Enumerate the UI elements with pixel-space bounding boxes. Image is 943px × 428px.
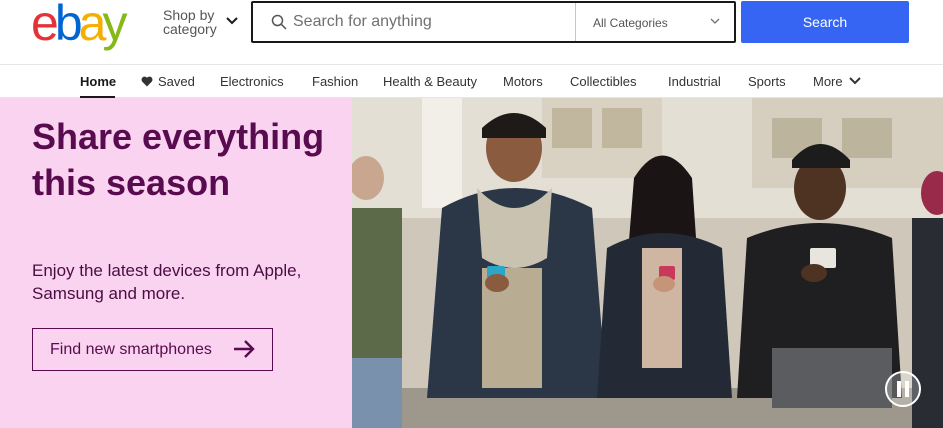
category-select[interactable]: All Categories — [575, 3, 736, 41]
category-nav: Home Saved Electronics Fashion Health & … — [0, 64, 943, 98]
nav-item-collectibles[interactable]: Collectibles — [570, 74, 636, 89]
logo-letter-y: y — [102, 0, 127, 51]
shop-by-line1: Shop by — [163, 7, 215, 23]
search-button[interactable]: Search — [741, 1, 909, 43]
search-box: All Categories — [251, 1, 736, 43]
site-header: ebay Shop by category All Categories Sea… — [0, 0, 943, 64]
logo-letter-e: e — [31, 0, 59, 51]
chevron-down-icon — [226, 17, 238, 25]
hero-photo-illustration — [352, 98, 943, 428]
category-select-label: All Categories — [593, 16, 668, 30]
hero-subtitle: Enjoy the latest devices from Apple, Sam… — [32, 261, 302, 303]
nav-item-fashion[interactable]: Fashion — [312, 74, 358, 89]
chevron-down-icon — [710, 18, 720, 24]
search-input[interactable] — [293, 5, 573, 39]
nav-item-more[interactable]: More — [813, 74, 843, 89]
nav-item-saved[interactable]: Saved — [158, 74, 195, 89]
nav-item-motors[interactable]: Motors — [503, 74, 543, 89]
pause-icon[interactable] — [884, 370, 922, 408]
nav-item-sports[interactable]: Sports — [748, 74, 786, 89]
nav-item-electronics[interactable]: Electronics — [220, 74, 284, 89]
nav-item-health-beauty[interactable]: Health & Beauty — [383, 74, 477, 89]
heart-icon — [141, 76, 153, 87]
logo-letter-a: a — [78, 0, 107, 51]
shop-by-line2: category — [163, 21, 217, 37]
arrow-right-icon — [234, 340, 255, 358]
hero-photo[interactable] — [352, 98, 943, 428]
shop-by-category-button[interactable]: Shop by category — [163, 7, 238, 37]
logo-letter-b: b — [54, 0, 83, 51]
search-icon — [271, 14, 287, 30]
hero-title: Share everything this season — [32, 116, 325, 203]
cta-label: Find new smartphones — [50, 341, 212, 358]
nav-item-industrial[interactable]: Industrial — [668, 74, 721, 89]
ebay-logo[interactable]: ebay — [31, 0, 127, 51]
nav-item-home[interactable]: Home — [80, 74, 116, 89]
chevron-down-icon — [849, 77, 861, 85]
find-smartphones-button[interactable]: Find new smartphones — [32, 328, 273, 371]
